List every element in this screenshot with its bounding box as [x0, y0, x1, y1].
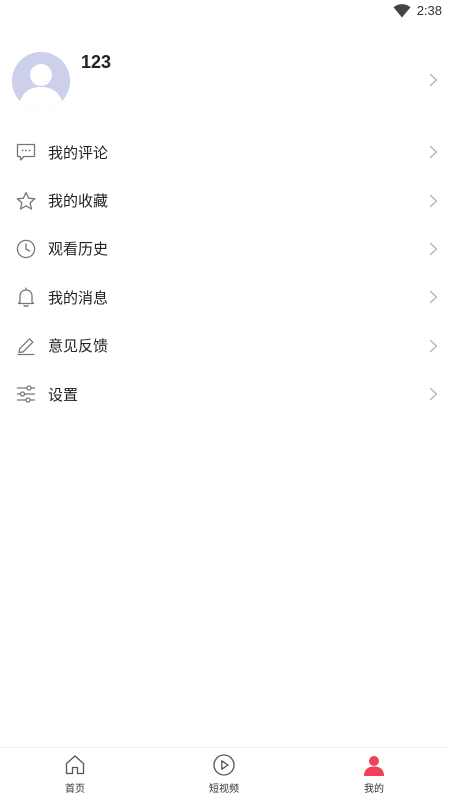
menu-item-label: 意见反馈 [48, 337, 109, 356]
menu-item-label: 我的评论 [48, 143, 109, 162]
chevron-right-icon [429, 72, 438, 91]
menu-list: 我的评论 我的收藏 观看历史 我的消息 意见反馈 设置 [0, 128, 450, 418]
username: 123 [81, 52, 112, 72]
bottom-navigation: 首页 短视频 我的 [0, 747, 450, 800]
menu-item-label: 设置 [48, 385, 79, 404]
menu-item-settings[interactable]: 设置 [0, 370, 450, 418]
screen: 2:38 123 我的评论 我的收藏 观看历史 我的消息 意见反馈 设置 首页 … [0, 0, 450, 800]
play-circle-icon [212, 753, 236, 777]
default-avatar-icon[interactable] [12, 52, 70, 110]
clock-icon [15, 238, 37, 260]
profile-header[interactable]: 123 [0, 48, 450, 112]
menu-item-label: 我的消息 [48, 288, 109, 307]
chevron-right-icon [429, 290, 438, 304]
menu-item-messages[interactable]: 我的消息 [0, 273, 450, 321]
nav-short-video[interactable]: 短视频 [189, 753, 259, 799]
status-indicators: 2:38 [393, 3, 442, 18]
nav-label: 我的 [364, 784, 384, 795]
star-icon [15, 190, 37, 212]
menu-item-favorites[interactable]: 我的收藏 [0, 176, 450, 224]
bell-icon [15, 286, 37, 308]
nav-mine[interactable]: 我的 [339, 753, 409, 799]
chevron-right-icon [429, 194, 438, 208]
menu-item-label: 我的收藏 [48, 192, 109, 211]
chevron-right-icon [429, 145, 438, 159]
chevron-right-icon [429, 387, 438, 401]
user-icon [362, 753, 386, 777]
comment-icon [15, 141, 37, 163]
menu-item-feedback[interactable]: 意见反馈 [0, 322, 450, 370]
nav-label: 短视频 [209, 784, 239, 795]
menu-item-comments[interactable]: 我的评论 [0, 128, 450, 176]
menu-item-label: 观看历史 [48, 240, 109, 259]
wifi-icon [393, 3, 411, 18]
status-bar: 2:38 [0, 0, 450, 24]
sliders-icon [15, 383, 37, 405]
home-icon [63, 753, 87, 777]
chevron-right-icon [429, 339, 438, 353]
pencil-icon [15, 335, 37, 357]
chevron-right-icon [429, 242, 438, 256]
menu-item-history[interactable]: 观看历史 [0, 225, 450, 273]
nav-label: 首页 [65, 784, 85, 795]
nav-home[interactable]: 首页 [40, 753, 110, 799]
status-time: 2:38 [416, 3, 442, 18]
